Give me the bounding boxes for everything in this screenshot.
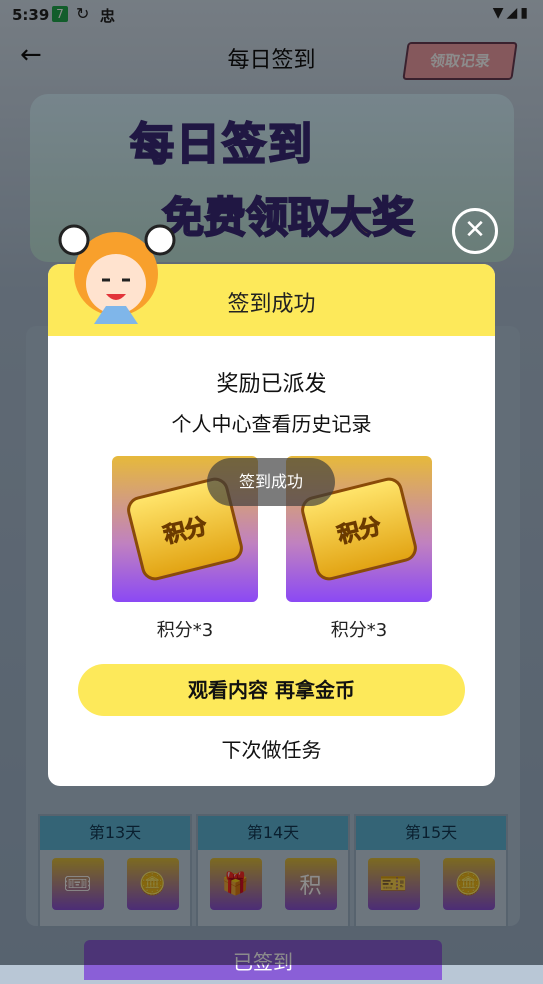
watch-content-button[interactable]: 观看内容 再拿金币: [78, 664, 465, 716]
checkin-success-dialog: 签到成功 奖励已派发 个人中心查看历史记录 积分 积分 积分*3 积分*3 签到…: [48, 264, 495, 786]
history-hint-text: 个人中心查看历史记录: [171, 412, 372, 436]
close-icon[interactable]: ✕: [452, 208, 498, 254]
success-toast: 签到成功: [207, 458, 335, 506]
reward-sent-text: 奖励已派发: [216, 372, 327, 397]
mascot-character-icon: [58, 224, 176, 324]
reward-label: 积分*3: [156, 620, 214, 641]
reward-label: 积分*3: [330, 620, 388, 641]
do-task-next-time-button[interactable]: 下次做任务: [48, 734, 495, 763]
